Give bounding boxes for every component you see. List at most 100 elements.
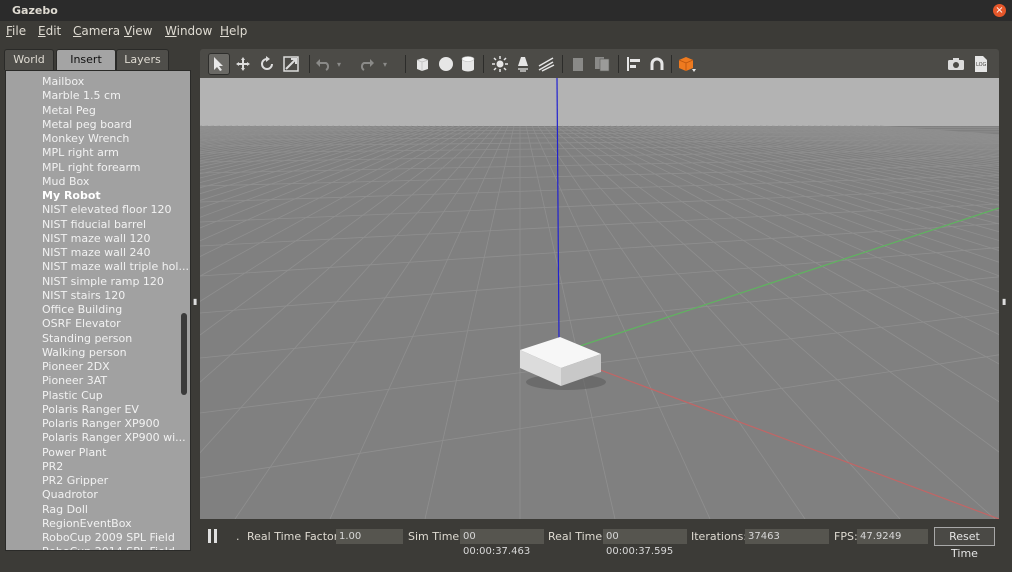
real-time-label: Real Time: bbox=[548, 530, 606, 543]
list-item[interactable]: PR2 Gripper bbox=[42, 474, 108, 487]
snap-icon[interactable] bbox=[646, 53, 668, 75]
list-item[interactable]: Quadrotor bbox=[42, 488, 98, 501]
iterations-value: 37463 bbox=[745, 529, 829, 544]
3d-viewport[interactable] bbox=[200, 78, 999, 519]
list-item[interactable]: Polaris Ranger XP900 wi... bbox=[42, 431, 186, 444]
log-icon[interactable]: LOG bbox=[970, 53, 992, 75]
tab-world[interactable]: World bbox=[4, 49, 54, 70]
list-item[interactable]: Power Plant bbox=[42, 446, 106, 459]
fps-value: 47.9249 bbox=[857, 529, 928, 544]
list-item[interactable]: Rag Doll bbox=[42, 503, 88, 516]
list-item[interactable]: Metal peg board bbox=[42, 118, 132, 131]
sim-time-value: 00 00:00:37.463 bbox=[460, 529, 544, 557]
list-item[interactable]: Polaris Ranger EV bbox=[42, 403, 139, 416]
list-item[interactable]: Walking person bbox=[42, 346, 127, 359]
view-angle-icon[interactable] bbox=[676, 53, 698, 75]
toolbar-separator bbox=[562, 55, 563, 73]
undo-icon[interactable] bbox=[312, 53, 334, 75]
list-item[interactable]: My Robot bbox=[42, 189, 101, 202]
pause-icon[interactable] bbox=[208, 529, 220, 543]
scene-render[interactable] bbox=[200, 78, 999, 519]
real-time-value: 00 00:00:37.595 bbox=[603, 529, 687, 557]
status-bar: . Real Time Factor: 1.00 Sim Time: 00 00… bbox=[200, 523, 999, 560]
list-item[interactable]: NIST simple ramp 120 bbox=[42, 275, 164, 288]
spot-light-icon[interactable] bbox=[512, 53, 534, 75]
list-item[interactable]: Plastic Cup bbox=[42, 389, 103, 402]
toolbar-separator bbox=[671, 55, 672, 73]
left-splitter-handle[interactable]: ▮ bbox=[193, 297, 197, 306]
fps-label: FPS: bbox=[834, 530, 858, 543]
close-icon[interactable]: × bbox=[993, 4, 1006, 17]
screenshot-icon[interactable] bbox=[945, 53, 967, 75]
sphere-shape-icon[interactable] bbox=[435, 53, 457, 75]
list-item[interactable]: NIST stairs 120 bbox=[42, 289, 125, 302]
toolbar-separator bbox=[309, 55, 310, 73]
left-panel: World Insert Layers Mailbox Marble 1.5 cm… bbox=[4, 49, 192, 552]
window-title: Gazebo bbox=[12, 4, 58, 17]
toolbar: ▾ ▾ LOG bbox=[200, 49, 999, 78]
list-item[interactable]: Office Building bbox=[42, 303, 122, 316]
list-item[interactable]: Standing person bbox=[42, 332, 132, 345]
sim-time-label: Sim Time: bbox=[408, 530, 463, 543]
list-item[interactable]: MPL right forearm bbox=[42, 161, 141, 174]
toolbar-separator bbox=[405, 55, 406, 73]
redo-dropdown-icon[interactable]: ▾ bbox=[380, 53, 390, 75]
iterations-label: Iterations: bbox=[691, 530, 748, 543]
svg-text:LOG: LOG bbox=[976, 62, 987, 68]
list-item[interactable]: Pioneer 2DX bbox=[42, 360, 110, 373]
list-item[interactable]: NIST maze wall triple hol... bbox=[42, 260, 189, 273]
undo-dropdown-icon[interactable]: ▾ bbox=[334, 53, 344, 75]
menu-file[interactable]: File bbox=[6, 24, 26, 38]
tab-layers[interactable]: Layers bbox=[116, 49, 169, 70]
list-item[interactable]: Marble 1.5 cm bbox=[42, 89, 121, 102]
cylinder-shape-icon[interactable] bbox=[457, 53, 479, 75]
translate-icon[interactable] bbox=[232, 53, 254, 75]
point-light-icon[interactable] bbox=[489, 53, 511, 75]
gazebo-window: Gazebo × File Edit Camera View Window He… bbox=[0, 0, 1012, 572]
model-list[interactable]: Mailbox Marble 1.5 cm Metal Peg Metal peg b… bbox=[5, 70, 191, 551]
list-item[interactable]: Mailbox bbox=[42, 75, 84, 88]
list-item[interactable]: Monkey Wrench bbox=[42, 132, 129, 145]
list-item[interactable]: MPL right arm bbox=[42, 146, 119, 159]
list-item[interactable]: OSRF Elevator bbox=[42, 317, 121, 330]
list-item[interactable]: RoboCup 2014 SPL Field bbox=[42, 545, 175, 550]
menu-camera[interactable]: Camera bbox=[73, 24, 120, 38]
rotate-icon[interactable] bbox=[256, 53, 278, 75]
title-bar: Gazebo × bbox=[0, 0, 1012, 21]
list-item[interactable]: NIST maze wall 240 bbox=[42, 246, 151, 259]
scale-icon[interactable] bbox=[280, 53, 302, 75]
list-item[interactable]: Pioneer 3AT bbox=[42, 374, 107, 387]
menu-view[interactable]: View bbox=[124, 24, 152, 38]
menu-bar: File Edit Camera View Window Help bbox=[0, 21, 1012, 43]
rtf-value: 1.00 bbox=[336, 529, 403, 544]
ground-plane bbox=[200, 126, 999, 519]
list-item[interactable]: NIST elevated floor 120 bbox=[42, 203, 171, 216]
list-scrollbar[interactable] bbox=[181, 313, 187, 395]
list-item[interactable]: PR2 bbox=[42, 460, 63, 473]
menu-window[interactable]: Window bbox=[165, 24, 212, 38]
step-label[interactable]: . bbox=[236, 530, 240, 543]
box-shape-icon[interactable] bbox=[411, 53, 433, 75]
rtf-label: Real Time Factor: bbox=[247, 530, 342, 543]
list-item[interactable]: Metal Peg bbox=[42, 104, 96, 117]
list-item[interactable]: NIST fiducial barrel bbox=[42, 218, 146, 231]
list-item[interactable]: NIST maze wall 120 bbox=[42, 232, 151, 245]
menu-help[interactable]: Help bbox=[220, 24, 247, 38]
toolbar-separator bbox=[618, 55, 619, 73]
select-arrow-icon[interactable] bbox=[208, 53, 230, 75]
paste-icon[interactable] bbox=[591, 53, 613, 75]
toolbar-separator bbox=[483, 55, 484, 73]
list-item[interactable]: RoboCup 2009 SPL Field bbox=[42, 531, 175, 544]
copy-icon[interactable] bbox=[567, 53, 589, 75]
right-splitter-handle[interactable]: ▮ bbox=[1002, 297, 1006, 306]
menu-edit[interactable]: Edit bbox=[38, 24, 61, 38]
list-item[interactable]: RegionEventBox bbox=[42, 517, 132, 530]
reset-time-button[interactable]: Reset Time bbox=[934, 527, 995, 560]
list-item[interactable]: Polaris Ranger XP900 bbox=[42, 417, 160, 430]
list-item[interactable]: Mud Box bbox=[42, 175, 89, 188]
directional-light-icon[interactable] bbox=[535, 53, 557, 75]
redo-icon[interactable] bbox=[356, 53, 378, 75]
align-icon[interactable] bbox=[623, 53, 645, 75]
sky bbox=[200, 78, 999, 126]
tab-insert[interactable]: Insert bbox=[56, 49, 116, 70]
